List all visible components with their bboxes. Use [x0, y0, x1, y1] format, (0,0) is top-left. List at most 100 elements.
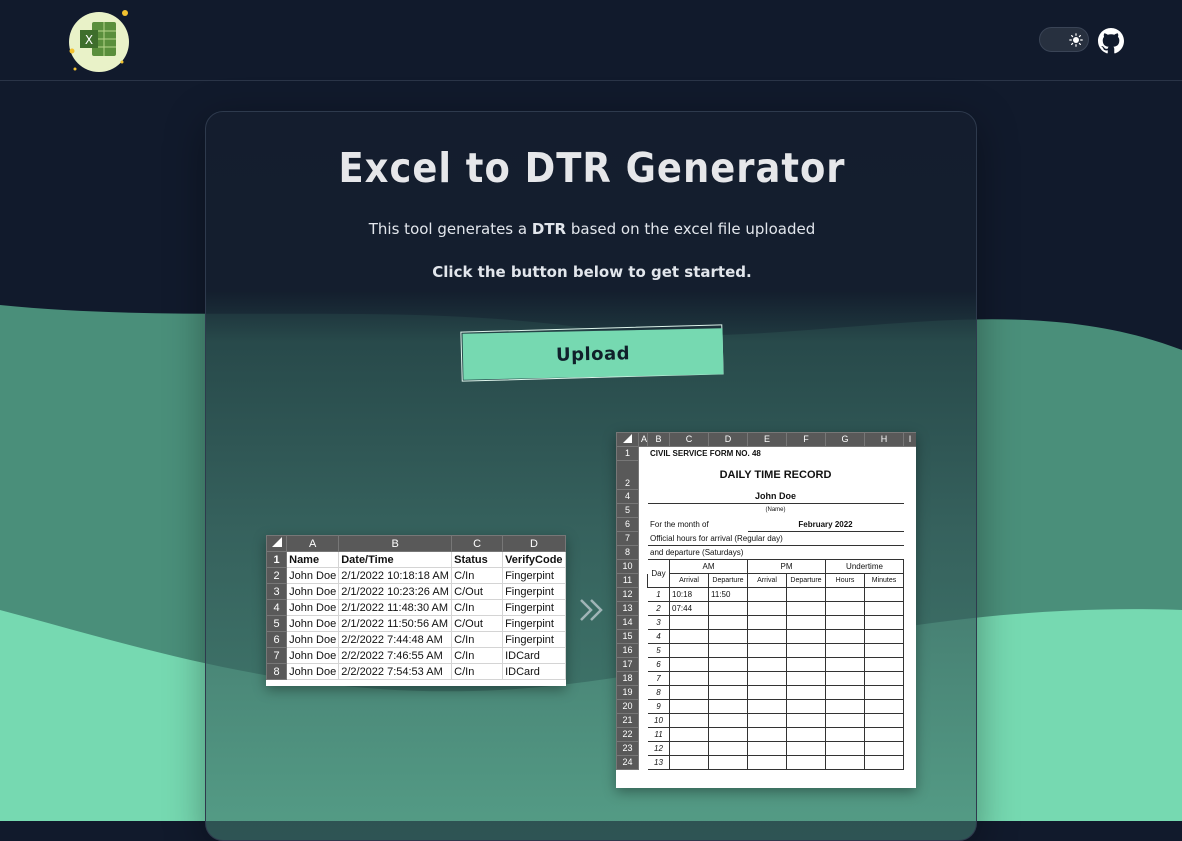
spacer-cell [904, 742, 917, 756]
table-row: 6 For the month of February 2022 [616, 517, 917, 532]
column-header: I [903, 432, 916, 447]
spacer-cell [639, 700, 648, 714]
dtr-day-row: 16 5 [616, 643, 917, 658]
pm-arrival-cell [747, 629, 787, 644]
cell: C/In [451, 599, 504, 616]
pm-departure-cell [786, 685, 826, 700]
undertime-header: Undertime [825, 559, 904, 574]
column-header: F [786, 432, 826, 447]
row-number: 7 [616, 531, 639, 546]
minutes-cell [864, 657, 904, 672]
am-departure-cell [708, 643, 748, 658]
am-departure-cell [708, 727, 748, 742]
cell: C/Out [451, 583, 504, 600]
spacer-cell [639, 728, 648, 742]
hours-cell [825, 615, 865, 630]
subtitle-bold: DTR [531, 220, 567, 238]
pm-departure-cell [786, 629, 826, 644]
pm-departure-cell [786, 713, 826, 728]
spacer-cell [639, 588, 648, 602]
dtr-day-rows: 12 1 10:18 11:50 13 2 07:44 14 3 15 4 16 5 17 6 18 7 19 8 2… [616, 587, 917, 770]
hours-cell [825, 643, 865, 658]
spacer-cell [639, 756, 648, 770]
am-arrival-cell [669, 741, 709, 756]
theme-toggle[interactable] [1039, 27, 1089, 52]
cell: C/In [451, 663, 504, 680]
pm-departure-cell [786, 587, 826, 602]
am-departure-cell [708, 713, 748, 728]
day-cell: 1 [647, 587, 670, 602]
cell: C/In [451, 647, 504, 664]
spacer-cell [904, 714, 917, 728]
dtr-sample-table: A B C D E F G H I 1 CIVIL SERVICE FORM N… [616, 432, 916, 770]
row-number: 8 [616, 545, 639, 560]
pm-arrival-cell [747, 587, 787, 602]
pm-header: PM [747, 559, 826, 574]
cell: 2/1/2022 11:48:30 AM [338, 599, 453, 616]
hours-cell [825, 601, 865, 616]
table-row: 7 Official hours for arrival (Regular da… [616, 531, 917, 546]
hours-cell [825, 713, 865, 728]
minutes-cell [864, 699, 904, 714]
dtr-day-row: 23 12 [616, 741, 917, 756]
am-departure-cell: 11:50 [708, 587, 748, 602]
github-icon[interactable] [1098, 28, 1124, 54]
row-number: 3 [265, 583, 288, 600]
am-arrival-cell [669, 671, 709, 686]
spacer-cell [904, 658, 917, 672]
cell: 2/2/2022 7:54:53 AM [338, 663, 453, 680]
am-arrival-cell [669, 713, 709, 728]
excel-logo-icon[interactable]: X [64, 6, 134, 74]
spacer-cell [639, 714, 648, 728]
row-number: 18 [616, 671, 639, 686]
pm-departure-header: Departure [786, 573, 826, 588]
minutes-cell [864, 755, 904, 770]
pm-departure-cell [786, 699, 826, 714]
cell: Fingerpint [502, 567, 566, 584]
hero-subtitle: This tool generates a DTR based on the e… [206, 220, 978, 238]
column-header: D [502, 535, 566, 552]
cell: C/Out [451, 615, 504, 632]
employee-name: John Doe [647, 489, 904, 504]
table-row: 5 (Name) [616, 503, 917, 518]
official-hours-line-1: Official hours for arrival (Regular day) [647, 531, 826, 546]
dtr-day-row: 20 9 [616, 699, 917, 714]
row-number: 16 [616, 643, 639, 658]
dtr-day-row: 15 4 [616, 629, 917, 644]
am-arrival-cell [669, 699, 709, 714]
spacer-cell [904, 728, 917, 742]
pm-arrival-cell [747, 741, 787, 756]
day-cell: 9 [647, 699, 670, 714]
day-cell: 5 [647, 643, 670, 658]
day-cell: 13 [647, 755, 670, 770]
row-number: 13 [616, 601, 639, 616]
am-departure-cell [708, 601, 748, 616]
row-number: 17 [616, 657, 639, 672]
spacer-cell [639, 658, 648, 672]
row-number: 24 [616, 755, 639, 770]
pm-arrival-header: Arrival [747, 573, 787, 588]
am-arrival-cell [669, 727, 709, 742]
am-arrival-cell [669, 643, 709, 658]
minutes-cell [864, 587, 904, 602]
cell: C/In [451, 631, 504, 648]
row-number: 2 [616, 460, 639, 490]
row-number: 19 [616, 685, 639, 700]
minutes-cell [864, 685, 904, 700]
row-number: 6 [265, 631, 288, 648]
pm-departure-cell [786, 755, 826, 770]
pm-arrival-cell [747, 727, 787, 742]
table-row: 8 John Doe 2/2/2022 7:54:53 AM C/In IDCa… [265, 663, 566, 680]
cta-text: Click the button below to get started. [432, 263, 752, 281]
dtr-heading: DAILY TIME RECORD [719, 468, 832, 481]
row-number: 23 [616, 741, 639, 756]
row-number: 10 [616, 559, 639, 574]
dtr-day-row: 13 2 07:44 [616, 601, 917, 616]
table-row: 5 John Doe 2/1/2022 11:50:56 AM C/Out Fi… [265, 615, 566, 632]
upload-button[interactable]: Upload [462, 328, 724, 380]
am-departure-cell [708, 755, 748, 770]
am-departure-cell [708, 615, 748, 630]
am-departure-cell [708, 657, 748, 672]
column-header: D [708, 432, 748, 447]
row-number: 20 [616, 699, 639, 714]
